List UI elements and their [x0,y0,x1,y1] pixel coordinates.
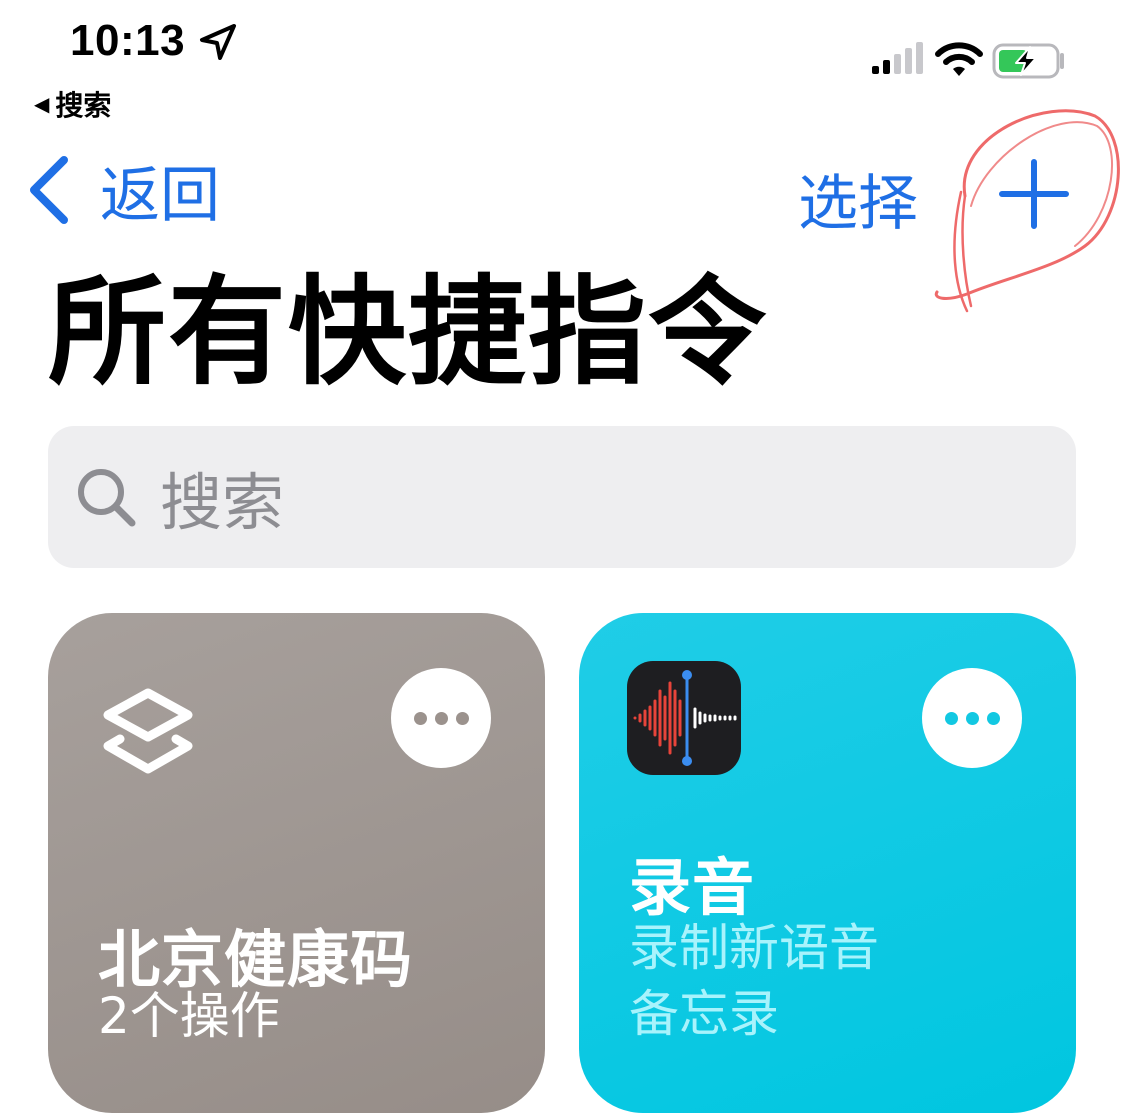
shortcuts-layers-icon [103,688,193,774]
back-app-label: 搜索 [55,89,112,122]
ellipsis-icon [944,711,958,725]
shortcut-title: 录音 [629,851,756,924]
back-button[interactable]: 返回 [26,150,220,231]
search-placeholder: 搜索 [160,466,285,539]
chevron-left-icon [30,156,68,224]
shortcut-subtitle: 2个操作 [98,987,280,1045]
status-time: 10:13 [70,16,186,65]
more-options-button[interactable] [922,668,1022,768]
select-button[interactable]: 选择 [798,155,918,242]
search-icon [78,469,136,527]
ellipsis-icon [413,711,427,725]
more-options-button[interactable] [391,668,491,768]
back-button-label: 返回 [100,160,220,231]
plus-icon[interactable] [998,158,1070,230]
back-to-app-button[interactable]: ◀ 搜索 [34,84,111,124]
battery-charging-icon [992,43,1064,79]
location-arrow-icon [200,24,236,60]
shortcut-subtitle: 录制新语音 备忘录 [629,919,879,1043]
shortcut-card-voice-memo[interactable]: 录音 录制新语音 备忘录 [579,613,1076,1113]
shortcut-card-beijing-health-code[interactable]: 北京健康码 2个操作 [48,613,545,1113]
back-triangle-icon: ◀ [34,92,50,116]
voice-memos-icon [627,661,741,775]
cellular-signal-icon [872,42,923,74]
wifi-icon [935,42,983,76]
search-input[interactable]: 搜索 [48,426,1076,568]
page-title: 所有快捷指令 [48,263,769,401]
